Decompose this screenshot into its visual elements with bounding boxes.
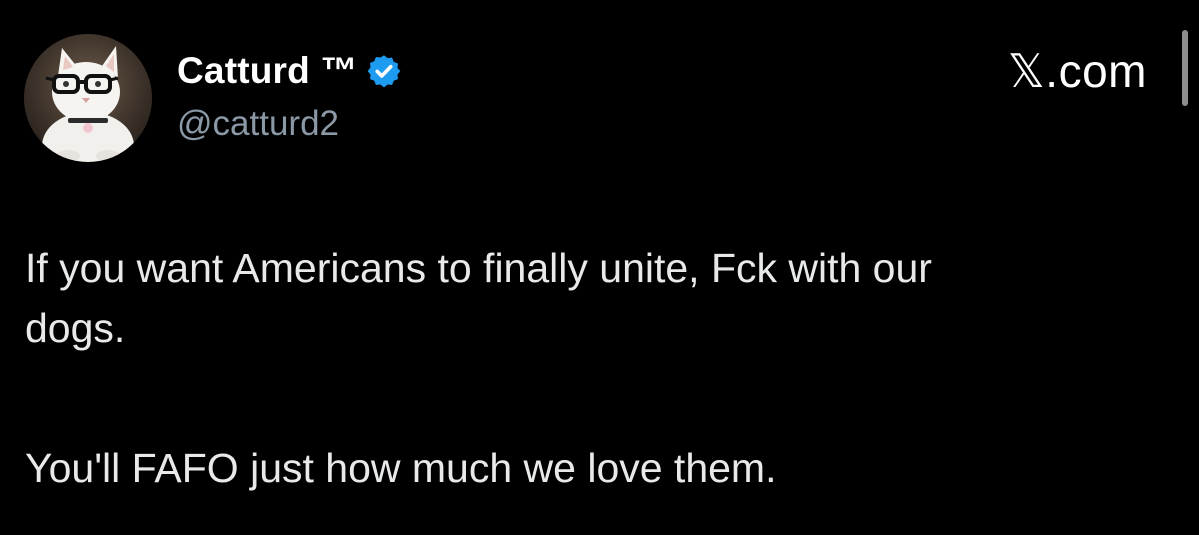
tweet-text-line: dogs. xyxy=(25,305,126,351)
avatar[interactable] xyxy=(24,34,152,162)
x-brand-label: 𝕏.com xyxy=(1007,45,1147,97)
author-handle[interactable]: @catturd2 xyxy=(177,104,339,144)
cat-avatar-icon xyxy=(24,34,152,162)
author-name-row: Catturd ™ xyxy=(177,48,402,94)
tweet-text: If you want Americans to finally unite, … xyxy=(25,238,1165,498)
tweet-text-line: You'll FAFO just how much we love them. xyxy=(25,445,777,491)
scrollbar[interactable] xyxy=(1182,30,1188,106)
author-display-name[interactable]: Catturd ™ xyxy=(177,50,358,92)
tweet-card: Catturd ™ @catturd2 𝕏.com If you want Am… xyxy=(0,0,1199,535)
verified-badge-icon xyxy=(366,53,402,89)
tweet-text-line: If you want Americans to finally unite, … xyxy=(25,245,932,291)
